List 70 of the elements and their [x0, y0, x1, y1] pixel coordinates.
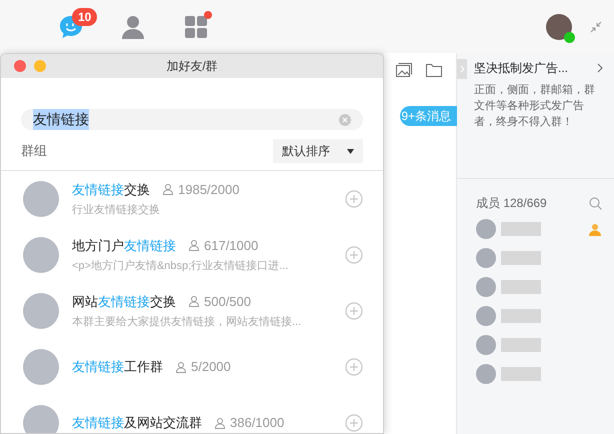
group-description: 行业友情链接交换: [72, 202, 161, 218]
search-icon[interactable]: [589, 196, 602, 210]
search-value: 友情链接: [33, 109, 89, 130]
add-icon[interactable]: [345, 246, 363, 264]
window-title: 加好友/群: [166, 58, 218, 75]
notice-title[interactable]: 坚决抵制发广告...: [474, 59, 568, 77]
pixelated-name: [501, 338, 541, 352]
pixelated-name: [501, 367, 541, 381]
members-count: 成员 128/669: [476, 195, 547, 212]
member-row[interactable]: [476, 219, 602, 239]
member-count: 5/2000: [191, 358, 231, 376]
notice-body: 正面，侧面，群邮箱，群文件等各种形式发广告者，终身不得入群！: [474, 83, 596, 130]
group-avatar: [23, 293, 59, 329]
member-count: 617/1000: [204, 236, 258, 254]
member-count: 386/1000: [230, 414, 284, 432]
pixelated-name: [501, 222, 541, 236]
person-icon: [214, 417, 226, 429]
person-icon[interactable]: [120, 14, 146, 40]
member-avatar[interactable]: [476, 335, 496, 355]
member-avatar[interactable]: [476, 364, 496, 384]
member-count: 500/500: [204, 292, 251, 310]
owner-person-icon: [588, 222, 602, 236]
caret-icon: [347, 148, 354, 154]
add-icon[interactable]: [345, 190, 363, 208]
group-avatar: [23, 405, 59, 433]
minimize-window-button[interactable]: [34, 60, 46, 72]
add-icon[interactable]: [345, 358, 363, 376]
member-avatar[interactable]: [476, 306, 496, 326]
person-icon: [188, 239, 200, 252]
add-icon[interactable]: [345, 414, 363, 432]
unread-badge: 10: [72, 8, 98, 26]
group-name: 友情链接及网站交流群: [72, 414, 202, 432]
image-icon[interactable]: [396, 63, 412, 77]
group-result-row[interactable]: 网站友情链接交换 500/500 本群主要给大家提供友情链接，网站友情链接...: [1, 283, 383, 339]
group-name: 网站友情链接交换: [72, 292, 176, 310]
group-result-row[interactable]: 友情链接工作群 5/2000: [1, 339, 383, 395]
sort-dropdown[interactable]: 默认排序: [273, 139, 363, 163]
member-avatar[interactable]: [476, 219, 496, 239]
clear-icon[interactable]: [339, 114, 351, 126]
person-icon: [175, 361, 187, 373]
group-name: 地方门户友情链接: [72, 236, 176, 254]
member-count: 1985/2000: [178, 180, 240, 198]
group-description: 本群主要给大家提供友情链接，网站友情链接...: [72, 314, 302, 330]
chevron-right-icon[interactable]: [597, 63, 604, 73]
apps-grid-icon[interactable]: [184, 14, 208, 38]
group-description: <p>地方门户友情&nbsp;行业友情链接口进...: [72, 258, 290, 274]
group-name: 友情链接工作群: [72, 358, 163, 376]
pixelated-name: [501, 280, 541, 294]
user-avatar[interactable]: [546, 14, 572, 40]
person-icon: [162, 183, 174, 196]
collapse-arrows-icon[interactable]: [590, 20, 602, 32]
group-name: 友情链接交换: [72, 180, 150, 198]
group-avatar: [23, 349, 59, 385]
search-field[interactable]: 友情链接: [21, 109, 363, 130]
close-window-button[interactable]: [14, 60, 26, 72]
folder-icon[interactable]: [426, 63, 442, 77]
pixelated-name: [501, 251, 541, 265]
member-avatar[interactable]: [476, 248, 496, 268]
group-result-row[interactable]: 友情链接及网站交流群 386/1000: [1, 395, 383, 433]
group-avatar: [23, 237, 59, 273]
member-avatar[interactable]: [476, 277, 496, 297]
group-avatar: [23, 181, 59, 217]
chevron-right-icon: [460, 65, 464, 73]
add-icon[interactable]: [345, 302, 363, 320]
person-icon: [188, 295, 200, 308]
group-result-row[interactable]: 地方门户友情链接 617/1000 <p>地方门户友情&nbsp;行业友情链接口进...: [1, 227, 383, 283]
group-result-row[interactable]: 友情链接交换 1985/2000 行业友情链接交换: [1, 171, 383, 227]
pixelated-name: [501, 309, 541, 323]
section-label: 群组: [21, 142, 47, 160]
expand-tab[interactable]: [457, 59, 467, 79]
